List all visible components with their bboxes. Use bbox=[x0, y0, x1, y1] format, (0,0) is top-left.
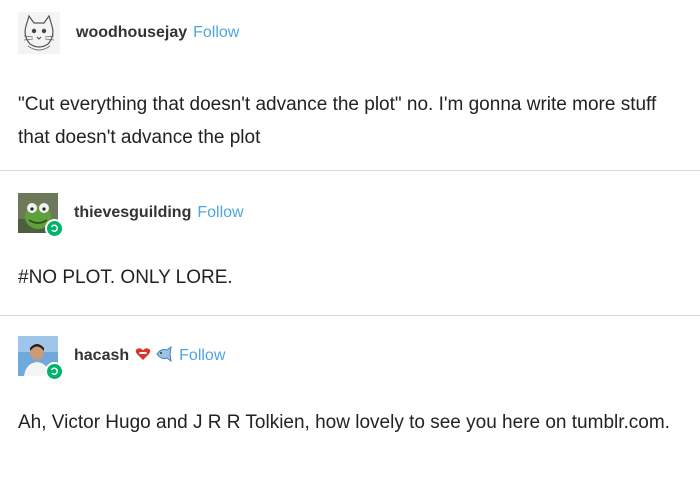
drawn-cat-avatar-icon[interactable] bbox=[18, 12, 60, 54]
post-3: hacash Follow Ah, Victor Hugo and J R R … bbox=[0, 316, 700, 477]
red-heart-badge-icon bbox=[135, 347, 151, 366]
post-text: #NO PLOT. ONLY LORE. bbox=[18, 267, 233, 288]
online-badge bbox=[45, 362, 64, 381]
post-header: hacash Follow bbox=[18, 336, 225, 381]
username[interactable]: hacash bbox=[74, 347, 129, 365]
kermit-avatar-icon[interactable] bbox=[18, 193, 64, 238]
username[interactable]: woodhousejay bbox=[76, 24, 187, 42]
post-header: thievesguilding Follow bbox=[18, 193, 244, 238]
person-avatar-icon[interactable] bbox=[18, 336, 64, 381]
follow-button[interactable]: Follow bbox=[193, 24, 239, 42]
online-badge bbox=[45, 219, 64, 238]
post-1: woodhousejay Follow "Cut everything that… bbox=[0, 0, 700, 170]
post-text: "Cut everything that doesn't advance the… bbox=[18, 94, 657, 148]
post-2: thievesguilding Follow #NO PLOT. ONLY LO… bbox=[0, 171, 700, 315]
post-text: Ah, Victor Hugo and J R R Tolkien, how l… bbox=[18, 412, 670, 433]
username[interactable]: thievesguilding bbox=[74, 204, 191, 222]
blue-fish-badge-icon bbox=[155, 345, 173, 367]
post-header: woodhousejay Follow bbox=[18, 12, 239, 54]
follow-button[interactable]: Follow bbox=[197, 204, 243, 222]
follow-button[interactable]: Follow bbox=[179, 347, 225, 365]
